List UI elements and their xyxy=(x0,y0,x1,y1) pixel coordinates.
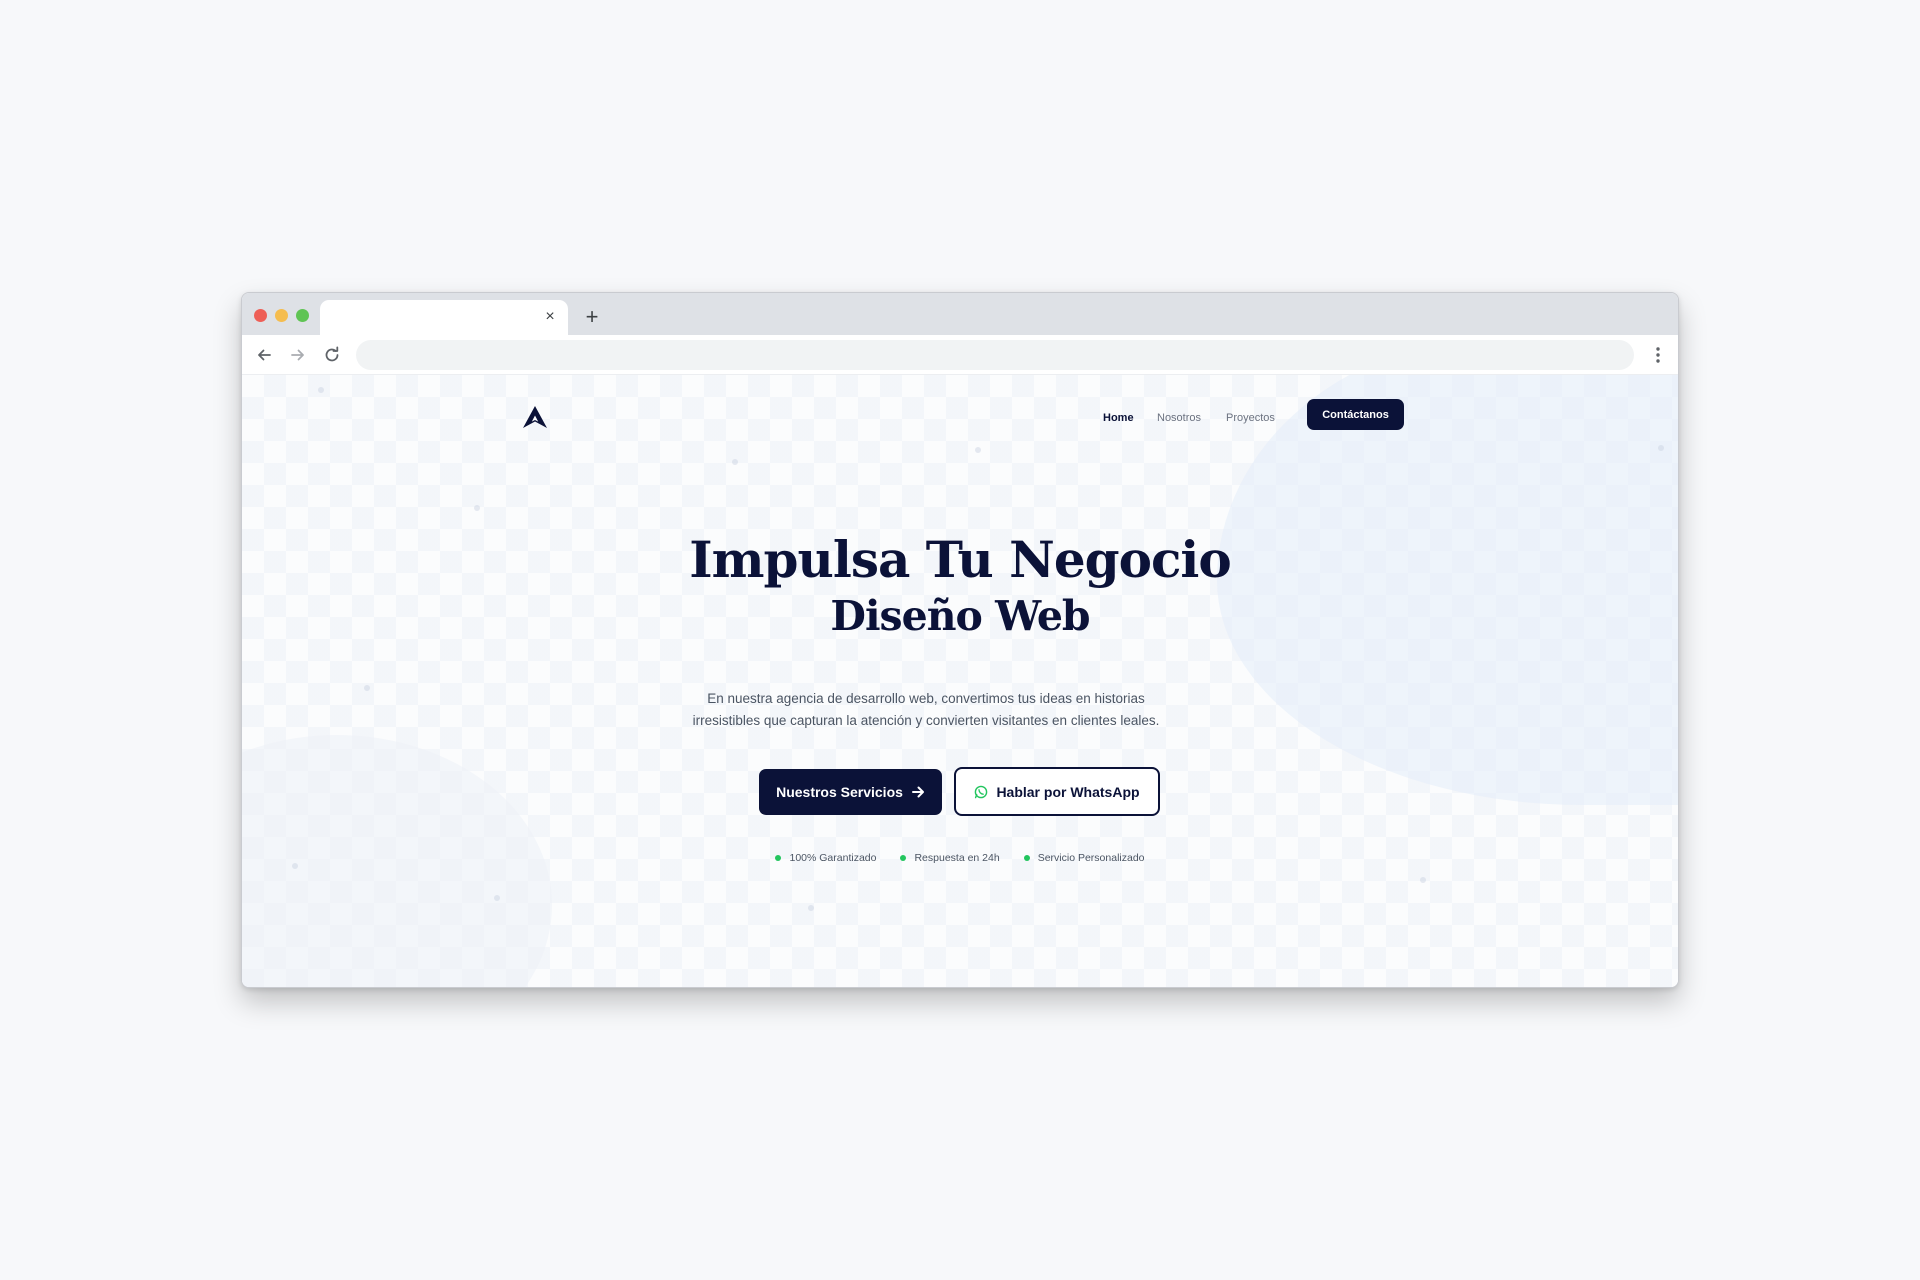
browser-menu-button[interactable] xyxy=(1646,341,1670,369)
arrow-left-icon xyxy=(258,349,271,361)
hero-description: En nuestra agencia de desarrollo web, co… xyxy=(692,691,1160,728)
nav-link-nosotros[interactable]: Nosotros xyxy=(1157,412,1201,424)
badge-label: Servicio Personalizado xyxy=(1037,852,1145,864)
background-speck xyxy=(318,387,324,393)
back-button[interactable] xyxy=(250,341,278,369)
address-bar[interactable] xyxy=(356,340,1634,370)
background-speck xyxy=(494,895,500,901)
forward-button[interactable] xyxy=(284,341,312,369)
contact-button[interactable]: Contáctanos xyxy=(1307,399,1404,430)
reload-button[interactable] xyxy=(318,341,346,369)
whatsapp-button[interactable]: Hablar por WhatsApp xyxy=(954,767,1160,816)
hero-title: Impulsa Tu Negocio xyxy=(689,530,1232,589)
background-blob-right xyxy=(1217,375,1678,805)
reload-icon xyxy=(325,346,339,362)
tab-strip: × + xyxy=(242,293,1678,335)
background-speck xyxy=(1658,445,1664,451)
green-dot-icon xyxy=(775,855,782,861)
background-speck xyxy=(975,447,981,453)
window-maximize-dot[interactable] xyxy=(296,309,309,322)
green-dot-icon xyxy=(900,855,907,861)
browser-toolbar xyxy=(242,335,1678,375)
green-dot-icon xyxy=(1023,855,1030,861)
badge-personalized: Servicio Personalizado xyxy=(1023,852,1145,864)
hero-subtitle: Diseño Web xyxy=(830,592,1090,640)
window-close-dot[interactable] xyxy=(254,309,267,322)
arrow-right-icon xyxy=(291,349,304,361)
badge-guarantee: 100% Garantizado xyxy=(775,852,876,864)
whatsapp-icon xyxy=(975,785,988,798)
background-speck xyxy=(364,685,370,691)
badge-label: 100% Garantizado xyxy=(789,852,877,864)
trust-badges: 100% Garantizado Respuesta en 24h Servic… xyxy=(242,852,1678,864)
window-minimize-dot[interactable] xyxy=(275,309,288,322)
triangle-a-logo-icon[interactable] xyxy=(522,405,548,429)
nav-link-proyectos[interactable]: Proyectos xyxy=(1226,412,1275,424)
close-tab-icon[interactable]: × xyxy=(540,307,560,327)
background-speck xyxy=(1420,877,1426,883)
arrow-right-icon xyxy=(911,786,924,798)
nav-link-home[interactable]: Home xyxy=(1103,412,1134,424)
services-button-label: Nuestros Servicios xyxy=(776,784,903,800)
services-button[interactable]: Nuestros Servicios xyxy=(759,769,942,815)
whatsapp-button-label: Hablar por WhatsApp xyxy=(996,783,1140,800)
browser-window: × + Home Nosotros Proyectos Contáctanos … xyxy=(241,292,1679,988)
badge-label: Respuesta en 24h xyxy=(914,852,1000,864)
browser-tab[interactable]: × xyxy=(320,300,568,335)
badge-response: Respuesta en 24h xyxy=(900,852,1000,864)
background-speck xyxy=(732,459,738,465)
landing-page: Home Nosotros Proyectos Contáctanos Impu… xyxy=(242,375,1678,987)
kebab-menu-icon xyxy=(1656,347,1660,363)
background-speck xyxy=(474,505,480,511)
background-speck xyxy=(808,905,814,911)
new-tab-icon[interactable]: + xyxy=(578,303,606,331)
